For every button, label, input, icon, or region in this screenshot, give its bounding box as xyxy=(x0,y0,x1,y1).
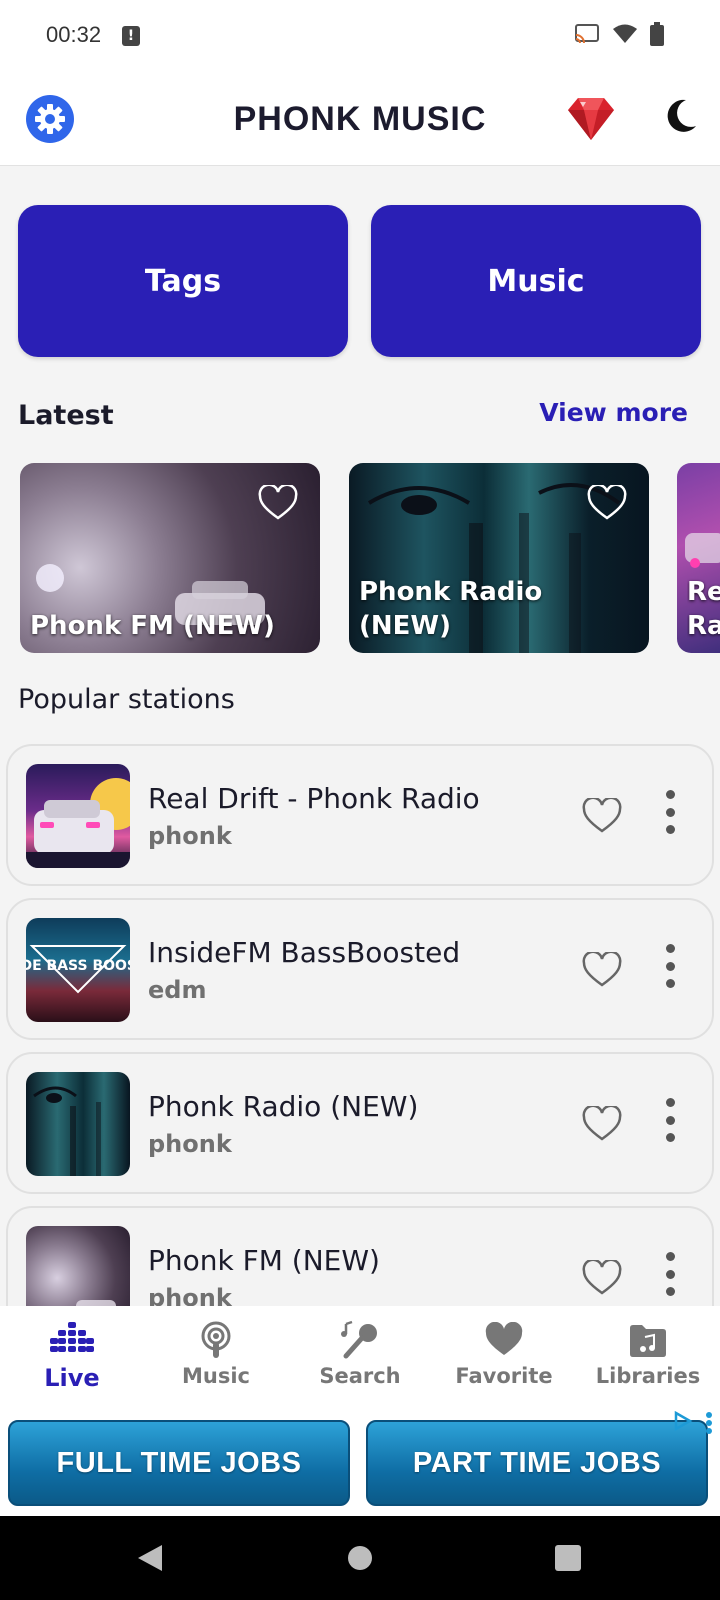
favorite-button[interactable] xyxy=(582,950,622,988)
station-thumbnail xyxy=(26,764,130,868)
view-more-link[interactable]: View more xyxy=(539,398,688,427)
nav-label: Search xyxy=(319,1364,401,1388)
heart-outline-icon xyxy=(582,1258,622,1295)
card-label: Phonk FM (NEW) xyxy=(30,611,275,641)
status-bar: 00:32 ! xyxy=(0,0,720,70)
alert-icon: ! xyxy=(122,26,140,46)
more-options-button[interactable] xyxy=(663,790,677,834)
anime-eye-image xyxy=(33,1086,101,1176)
thumb-text: INSIDE BASS BOOSTED xyxy=(26,958,130,974)
premium-button[interactable] xyxy=(566,94,616,142)
nav-item-search[interactable]: Search xyxy=(288,1306,432,1410)
nav-item-live[interactable]: Live xyxy=(0,1306,144,1410)
nav-label: Favorite xyxy=(455,1364,553,1388)
nav-item-favorite[interactable]: Favorite xyxy=(432,1306,576,1410)
car-sunset-image xyxy=(26,778,130,868)
ad-menu-icon[interactable] xyxy=(706,1412,714,1434)
latest-title: Latest xyxy=(18,400,114,431)
station-thumbnail: INSIDE BASS BOOSTED xyxy=(26,918,130,1022)
heart-outline-icon xyxy=(582,796,622,833)
ad-choices-icon[interactable] xyxy=(672,1410,694,1432)
heart-outline-icon xyxy=(582,1104,622,1141)
popular-title: Popular stations xyxy=(18,684,235,715)
nav-label: Music xyxy=(182,1364,250,1388)
favorite-button[interactable] xyxy=(258,483,298,521)
station-tag: phonk xyxy=(148,822,232,850)
dark-mode-button[interactable] xyxy=(660,96,700,136)
station-name: InsideFM BassBoosted xyxy=(148,936,461,969)
heart-outline-icon xyxy=(582,950,622,987)
station-name: Real Drift - Phonk Radio xyxy=(148,782,480,815)
ad-banner: FULL TIME JOBS PART TIME JOBS xyxy=(0,1410,720,1516)
favorite-button[interactable] xyxy=(582,1258,622,1296)
heart-outline-icon xyxy=(258,483,298,520)
station-tag: edm xyxy=(148,976,207,1004)
status-time: 00:32 xyxy=(46,22,102,47)
station-thumbnail xyxy=(26,1072,130,1176)
music-button[interactable]: Music xyxy=(371,205,701,357)
heart-icon xyxy=(482,1320,526,1360)
equalizer-icon xyxy=(50,1320,94,1360)
station-tag: phonk xyxy=(148,1130,232,1158)
inside-logo-image: INSIDE BASS BOOSTED xyxy=(26,945,130,994)
music-folder-icon xyxy=(626,1320,670,1360)
tags-button[interactable]: Tags xyxy=(18,205,348,357)
station-row[interactable]: INSIDE BASS BOOSTED InsideFM BassBoosted… xyxy=(6,898,714,1040)
cast-icon xyxy=(575,24,599,44)
station-name: Phonk Radio (NEW) xyxy=(148,1090,419,1123)
ad-full-time-jobs-button[interactable]: FULL TIME JOBS xyxy=(8,1420,350,1506)
station-row[interactable]: Phonk Radio (NEW) phonk xyxy=(6,1052,714,1194)
system-nav-bar xyxy=(0,1516,720,1600)
latest-card[interactable]: Phonk FM (NEW) xyxy=(20,463,320,653)
latest-card[interactable]: Re Ra xyxy=(677,463,720,653)
more-options-button[interactable] xyxy=(663,1098,677,1142)
nav-item-music[interactable]: Music xyxy=(144,1306,288,1410)
status-icons xyxy=(574,22,664,46)
nav-label: Libraries xyxy=(595,1364,701,1388)
card-label: Re Ra xyxy=(687,577,720,641)
microphone-music-icon xyxy=(338,1320,382,1360)
nav-item-libraries[interactable]: Libraries xyxy=(576,1306,720,1410)
ad-part-time-jobs-button[interactable]: PART TIME JOBS xyxy=(366,1420,708,1506)
wifi-icon xyxy=(613,24,637,43)
favorite-button[interactable] xyxy=(582,796,622,834)
app-header: PHONK MUSIC xyxy=(0,70,720,166)
moon-icon xyxy=(667,99,696,132)
station-name: Phonk FM (NEW) xyxy=(148,1244,380,1277)
more-options-button[interactable] xyxy=(663,944,677,988)
favorite-button[interactable] xyxy=(587,483,627,521)
more-options-button[interactable] xyxy=(663,1252,677,1296)
nav-label: Live xyxy=(44,1364,100,1392)
podcast-icon xyxy=(194,1320,238,1360)
latest-card[interactable]: Phonk Radio (NEW) xyxy=(349,463,649,653)
heart-outline-icon xyxy=(587,483,627,520)
card-label: Phonk Radio (NEW) xyxy=(359,577,543,641)
back-icon[interactable] xyxy=(136,1543,166,1573)
bottom-nav: Live Music Search Favorite Libraries xyxy=(0,1306,720,1410)
gem-icon xyxy=(568,98,614,140)
battery-icon xyxy=(650,22,664,46)
favorite-button[interactable] xyxy=(582,1104,622,1142)
recents-icon[interactable] xyxy=(554,1544,582,1572)
station-row[interactable]: Real Drift - Phonk Radio phonk xyxy=(6,744,714,886)
home-icon[interactable] xyxy=(346,1544,374,1572)
